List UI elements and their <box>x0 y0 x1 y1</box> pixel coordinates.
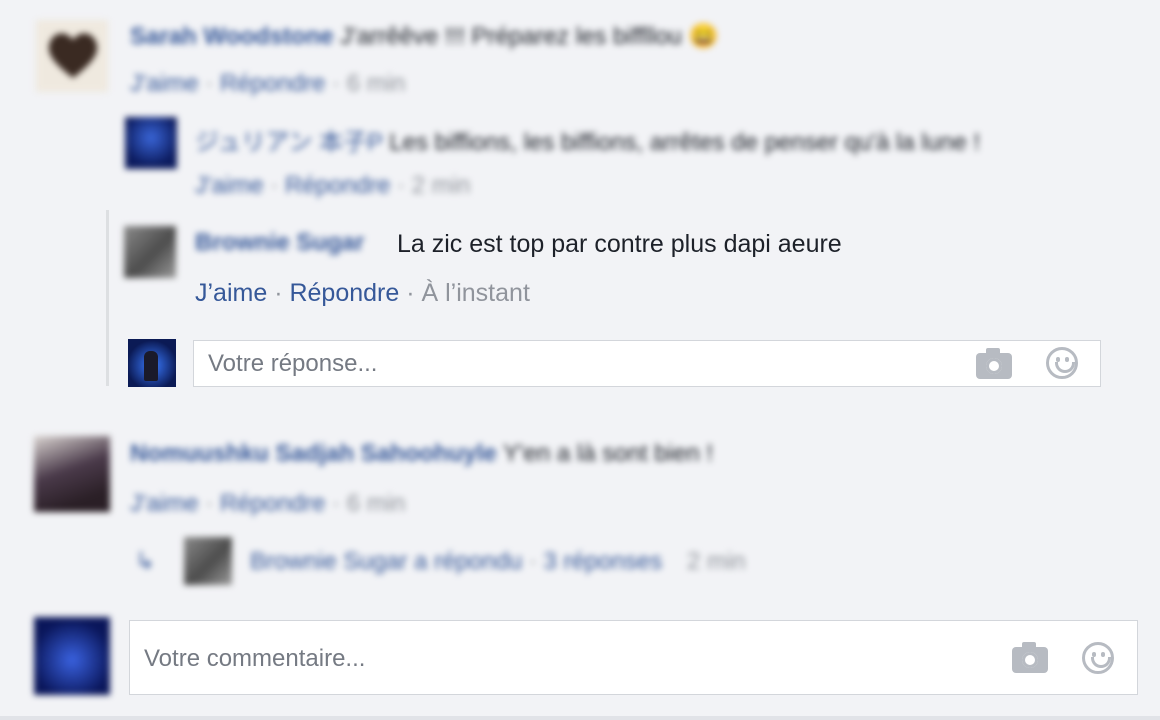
comment-author-name[interactable]: Sarah Woodstone <box>130 23 334 50</box>
like-link[interactable]: J'aime <box>130 490 199 517</box>
comment-emoji: 😄 <box>688 23 719 50</box>
replies-timestamp: 2 min <box>686 548 746 575</box>
comment-actions: J'aime · Répondre · 6 min <box>130 70 405 98</box>
comment-line: Nomuushku Sadjah Sahoohuyle Y'en a là so… <box>130 440 713 468</box>
reply-link[interactable]: Répondre <box>220 490 325 517</box>
separator: · <box>325 70 347 97</box>
reply-input[interactable] <box>208 349 948 379</box>
reply-line: ジュリアン 本子P Les biffions, les biffions, ar… <box>195 122 980 157</box>
reply-link[interactable]: Répondre <box>285 172 390 199</box>
reply-actions: J'aime · Répondre · 2 min <box>195 172 470 200</box>
reply-timestamp[interactable]: 2 min <box>412 172 471 199</box>
smiley-icon[interactable] <box>1082 642 1114 674</box>
comment-text: J'arrêêve !!! Préparez les biffllou <box>340 23 682 50</box>
comment-actions: J'aime · Répondre · 6 min <box>130 490 405 518</box>
reply-arrow-icon: ↳ <box>135 548 156 575</box>
separator: · <box>325 490 347 517</box>
reply-author-name[interactable]: Brownie Sugar <box>195 229 364 256</box>
thread-line <box>106 210 109 386</box>
bottom-divider <box>0 716 1160 720</box>
guitarist-figure <box>144 351 158 381</box>
like-link[interactable]: J'aime <box>195 172 264 199</box>
reply-composer <box>193 340 1101 387</box>
reply-link[interactable]: Répondre <box>289 279 399 307</box>
separator: · <box>399 279 422 307</box>
reply-text: Les biffions, les biffions, arrêtes de p… <box>389 129 981 156</box>
replies-count: 3 réponses <box>543 548 663 575</box>
like-link[interactable]: J'aime <box>130 70 199 97</box>
smiley-icon[interactable] <box>1046 347 1078 379</box>
reply-link[interactable]: Répondre <box>220 70 325 97</box>
replier-phrase: Brownie Sugar a répondu <box>250 548 523 575</box>
comment-timestamp[interactable]: 6 min <box>347 70 406 97</box>
reply-author-avatar[interactable] <box>125 117 177 169</box>
reply-actions: J’aime · Répondre · À l’instant <box>195 279 530 308</box>
separator: · <box>522 548 544 575</box>
reply-text: La zic est top par contre plus dapi aeur… <box>397 230 842 258</box>
separator: · <box>390 172 412 199</box>
comment-input[interactable] <box>144 643 984 675</box>
like-link[interactable]: J’aime <box>195 279 267 307</box>
reply-author-name[interactable]: ジュリアン 本子P <box>195 129 383 156</box>
separator: · <box>263 172 285 199</box>
replier-avatar <box>184 537 232 585</box>
view-replies-link[interactable]: Brownie Sugar a répondu · 3 réponses 2 m… <box>250 548 746 576</box>
comment-timestamp[interactable]: 6 min <box>347 490 406 517</box>
current-user-avatar <box>128 339 176 387</box>
separator: · <box>198 70 220 97</box>
reply-author-name-wrap: Brownie Sugar <box>195 229 364 257</box>
comment-author-avatar[interactable] <box>34 436 110 512</box>
comment-line: Sarah Woodstone J'arrêêve !!! Préparez l… <box>130 22 718 51</box>
comment-text: Y'en a là sont bien ! <box>502 440 714 467</box>
camera-icon[interactable] <box>1012 642 1048 673</box>
reply-timestamp[interactable]: À l’instant <box>422 279 530 307</box>
separator: · <box>198 490 220 517</box>
current-user-avatar <box>34 617 110 695</box>
comment-author-name[interactable]: Nomuushku Sadjah Sahoohuyle <box>130 440 497 467</box>
comment-author-avatar[interactable] <box>36 20 108 92</box>
reply-author-avatar[interactable] <box>124 226 176 278</box>
heart-avatar-image <box>48 33 98 78</box>
camera-icon[interactable] <box>976 348 1012 379</box>
separator: · <box>267 279 290 307</box>
comment-composer <box>129 620 1138 695</box>
